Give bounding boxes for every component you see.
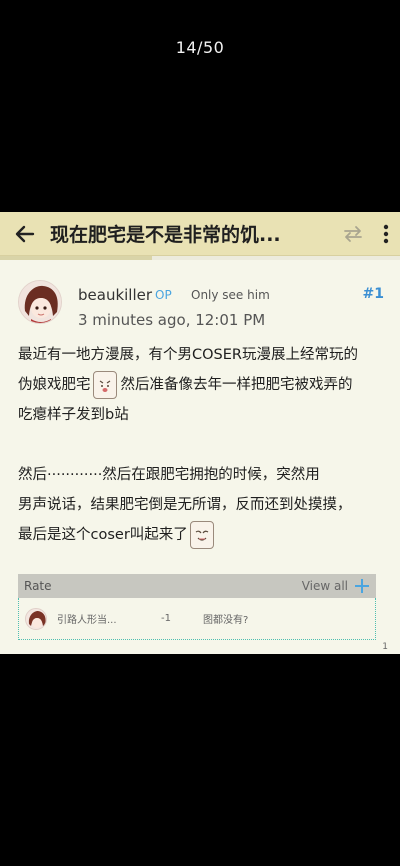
rate-header: Rate View all	[18, 574, 376, 598]
avatar[interactable]	[18, 280, 62, 324]
rater-avatar[interactable]	[25, 607, 47, 630]
page-indicator: 1	[382, 642, 388, 652]
post-line-2: 伪娘戏肥宅 然后准备像去年一样把肥宅被戏弄的	[18, 370, 386, 400]
rate-comment: 图都没有?	[203, 615, 249, 626]
swap-arrows-icon	[344, 225, 362, 242]
post-number: #1	[362, 286, 384, 302]
post-line-2-end: 然后准备像去年一样把肥宅被戏弄的	[120, 377, 353, 393]
post-line-6-text: 最后是这个coser叫起来了	[18, 527, 188, 543]
arrow-left-icon	[15, 225, 35, 242]
view-all-link[interactable]: View all	[302, 579, 348, 593]
face-icon	[195, 530, 209, 541]
rate-score: -1	[161, 613, 171, 624]
post-line-6: 最后是这个coser叫起来了	[18, 520, 386, 550]
op-badge: OP	[155, 288, 172, 302]
swap-order-button[interactable]	[334, 212, 372, 256]
post-header: beaukiller OP Only see him #1 3 minutes …	[18, 280, 384, 336]
read-progress-fill	[0, 256, 152, 260]
image-counter: 14/50	[175, 38, 225, 57]
avatar-illustration	[26, 608, 46, 629]
back-button[interactable]	[0, 212, 50, 256]
rate-entry: 引路人形当... -1 图都没有?	[18, 598, 376, 640]
top-bar: 现在肥宅是不是非常的饥...	[0, 212, 400, 256]
thread-screenshot: 现在肥宅是不是非常的饥... beaukiller OP Only see hi…	[0, 212, 400, 654]
more-vertical-icon	[383, 224, 389, 243]
rate-title: Rate	[24, 579, 52, 593]
add-rate-icon[interactable]	[354, 578, 370, 594]
sticker-emoji-icon	[189, 521, 214, 549]
avatar-illustration	[19, 281, 61, 323]
rater-username[interactable]: 引路人形当...	[57, 611, 135, 626]
post-line-4: 然后············然后在跟肥宅拥抱的时候，突然用	[18, 467, 320, 483]
sticker-emoji-icon	[92, 371, 117, 399]
author-username[interactable]: beaukiller	[78, 286, 152, 304]
post-body: 最近有一地方漫展，有个男COSER玩漫展上经常玩的 伪娘戏肥宅 然后准备像去年一…	[18, 340, 386, 550]
post-timestamp: 3 minutes ago, 12:01 PM	[78, 311, 266, 329]
only-see-him-link[interactable]: Only see him	[191, 288, 270, 302]
post-line-2-start: 伪娘戏肥宅	[18, 377, 91, 393]
post-line-5: 男声说话，结果肥宅倒是无所谓，反而还到处摸摸，	[18, 497, 352, 513]
thread-title: 现在肥宅是不是非常的饥...	[50, 224, 281, 246]
post-line-1: 最近有一地方漫展，有个男COSER玩漫展上经常玩的	[18, 347, 358, 363]
more-menu-button[interactable]	[372, 212, 400, 256]
face-icon	[99, 380, 110, 392]
post-line-3: 吃瘪样子发到b站	[18, 407, 129, 423]
read-progress-bar	[0, 256, 400, 260]
rate-section: Rate View all 引路人形当... -1 图都没有?	[18, 574, 376, 640]
